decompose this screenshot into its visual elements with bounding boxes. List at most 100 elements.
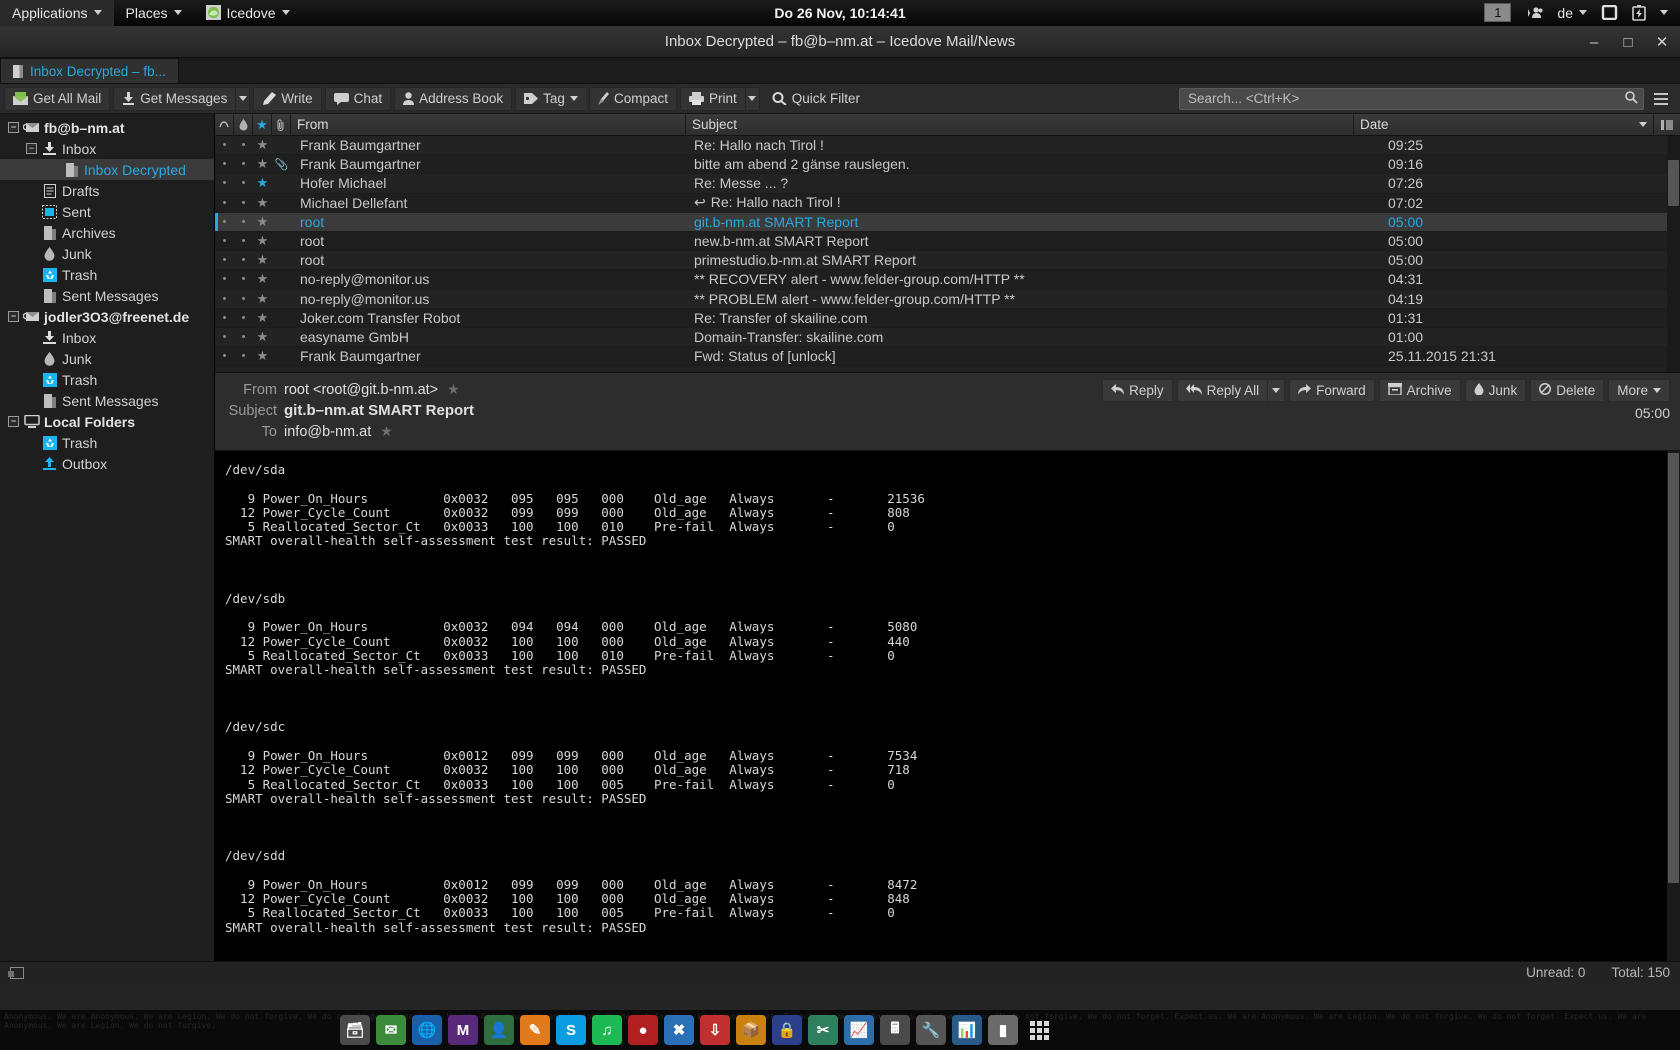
delete-button[interactable]: Delete [1530, 379, 1605, 402]
star-icon[interactable]: ★ [253, 348, 272, 364]
close-button[interactable]: ✕ [1654, 33, 1670, 51]
twisty-toggle[interactable]: − [8, 311, 19, 322]
star-icon[interactable]: ★ [253, 195, 272, 211]
chevron-down-icon[interactable] [1660, 10, 1668, 15]
sidebar-item-junk[interactable]: Junk [0, 348, 214, 369]
workspace-indicator[interactable]: 1 [1484, 3, 1512, 22]
write-button[interactable]: Write [253, 86, 322, 111]
sidebar-item-outbox[interactable]: Outbox [0, 453, 214, 474]
star-icon[interactable]: ★ [253, 233, 272, 249]
forward-button[interactable]: Forward [1289, 379, 1375, 402]
table-row[interactable]: • • ★ 📎 Frank Baumgartner bitte am abend 2 gä… [215, 155, 1680, 175]
print-dropdown[interactable] [744, 86, 760, 111]
column-attachment[interactable] [272, 113, 291, 136]
column-picker-button[interactable] [1654, 114, 1680, 136]
junk-dot-icon[interactable]: • [234, 235, 253, 247]
address-book-button[interactable]: Address Book [394, 86, 513, 111]
table-row[interactable]: • • ★ Michael Dellefant ↩ Re: Hallo nach Tiro… [215, 193, 1680, 213]
sidebar-item-trash[interactable]: Trash [0, 264, 214, 285]
junk-dot-icon[interactable]: • [234, 312, 253, 324]
dock-contacts-icon[interactable]: 👤 [484, 1015, 514, 1045]
keyboard-layout-menu[interactable]: de [1557, 0, 1587, 26]
message-to-value[interactable]: info@b-nm.at [284, 424, 371, 440]
archive-button[interactable]: Archive [1378, 379, 1461, 402]
table-row[interactable]: • • ★ no-reply@monitor.us ** PROBLEM alert -… [215, 289, 1680, 309]
tab-inbox-decrypted[interactable]: Inbox Decrypted – fb... [0, 58, 179, 83]
column-subject[interactable]: Subject [686, 113, 1354, 136]
dock-network-icon[interactable]: ✖ [664, 1015, 694, 1045]
junk-dot-icon[interactable]: • [234, 216, 253, 228]
star-icon[interactable]: ★ [253, 329, 272, 345]
star-icon[interactable]: ★ [253, 271, 272, 287]
dock-settings-icon[interactable]: 🔧 [916, 1015, 946, 1045]
message-list[interactable]: • • ★ Frank Baumgartner Re: Hallo nach Tirol… [215, 136, 1680, 372]
applications-menu[interactable]: Applications [0, 0, 114, 26]
junk-dot-icon[interactable]: • [234, 293, 253, 305]
tag-button[interactable]: Tag [515, 86, 586, 111]
sidebar-item-sent-messages[interactable]: Sent Messages [0, 285, 214, 306]
battery-icon[interactable] [1632, 4, 1646, 21]
column-thread[interactable] [215, 113, 234, 136]
dock-browser-icon[interactable]: 🌐 [412, 1015, 442, 1045]
star-icon[interactable]: ★ [253, 137, 272, 153]
sidebar-item-trash[interactable]: Trash [0, 369, 214, 390]
table-row[interactable]: • • ★ Hofer Michael Re: Messe ... ? 07:26 [215, 174, 1680, 194]
compact-button[interactable]: Compact [588, 86, 677, 111]
places-menu[interactable]: Places [114, 0, 194, 26]
table-row[interactable]: • • ★ Frank Baumgartner Fwd: Status of [unlo… [215, 347, 1680, 367]
print-button[interactable]: Print [679, 86, 745, 111]
table-row[interactable]: • • ★ easyname GmbH Domain-Transfer: skailin… [215, 327, 1680, 348]
dock-chart-icon[interactable]: 📊 [952, 1015, 982, 1045]
dock-tools-icon[interactable]: ✂ [808, 1015, 838, 1045]
dock-skype-icon[interactable]: S [556, 1015, 586, 1045]
star-icon[interactable]: ★ [253, 214, 272, 230]
dock-spotify-icon[interactable]: ♫ [592, 1015, 622, 1045]
more-button[interactable]: More [1608, 379, 1670, 402]
thread-pane-scrollbar[interactable] [1667, 136, 1680, 372]
dock-security-icon[interactable]: 🔒 [772, 1015, 802, 1045]
twisty-toggle[interactable]: − [8, 416, 19, 427]
junk-button[interactable]: Junk [1464, 379, 1527, 402]
offline-status-icon[interactable] [8, 966, 24, 979]
sidebar-item-drafts[interactable]: Drafts [0, 180, 214, 201]
star-icon[interactable]: ★ [253, 310, 272, 326]
reply-button[interactable]: Reply [1102, 379, 1173, 402]
quick-filter-button[interactable]: Quick Filter [763, 87, 869, 111]
display-icon[interactable] [1601, 5, 1618, 20]
junk-dot-icon[interactable]: • [234, 139, 253, 151]
dock-monitor-icon[interactable]: 📈 [844, 1015, 874, 1045]
app-menu-button[interactable] [1650, 92, 1672, 105]
twisty-toggle[interactable]: − [8, 122, 19, 133]
icedove-app-menu[interactable]: Icedove [194, 0, 302, 26]
sidebar-item-sent[interactable]: Sent [0, 201, 214, 222]
star-icon[interactable]: ★ [253, 252, 272, 268]
sidebar-item-sent-messages[interactable]: Sent Messages [0, 390, 214, 411]
reply-all-button[interactable]: Reply All [1176, 379, 1268, 402]
dock-archive-icon[interactable]: 📦 [736, 1015, 766, 1045]
chat-button[interactable]: Chat [324, 86, 392, 111]
message-body-scroll-thumb[interactable] [1668, 453, 1679, 883]
twisty-toggle[interactable]: − [26, 143, 37, 154]
table-row[interactable]: • • ★ Frank Baumgartner Re: Hallo nach Tirol… [215, 136, 1680, 156]
star-icon[interactable]: ★ [447, 381, 460, 398]
users-icon[interactable] [1525, 6, 1543, 20]
table-row[interactable]: • • ★ root new.b-nm.at SMART Report 05:00 [215, 231, 1680, 252]
thread-pane-scroll-thumb[interactable] [1668, 160, 1679, 206]
sidebar-item-fb-b-nm-at[interactable]: − fb@b–nm.at [0, 117, 214, 138]
minimize-button[interactable]: – [1586, 34, 1602, 51]
junk-dot-icon[interactable]: • [234, 350, 253, 362]
dock-notes-icon[interactable]: ✎ [520, 1015, 550, 1045]
star-icon[interactable]: ★ [380, 423, 393, 440]
dock-calculator-icon[interactable]: 🖩 [880, 1015, 910, 1045]
dock-apps-grid-icon[interactable] [1024, 1015, 1054, 1045]
star-icon[interactable]: ★ [253, 175, 272, 191]
column-date[interactable]: Date [1354, 113, 1654, 136]
get-all-mail-button[interactable]: Get All Mail [4, 86, 111, 111]
dock-record-icon[interactable]: ● [628, 1015, 658, 1045]
sidebar-item-jodler3o3-freenet-de[interactable]: − jodler3O3@freenet.de [0, 306, 214, 327]
column-star[interactable]: ★ [253, 113, 272, 136]
sidebar-item-inbox[interactable]: − Inbox [0, 138, 214, 159]
dock-icedove-icon[interactable]: ✉ [376, 1015, 406, 1045]
message-from-value[interactable]: root <root@git.b-nm.at> [284, 382, 438, 398]
junk-dot-icon[interactable]: • [234, 158, 253, 170]
